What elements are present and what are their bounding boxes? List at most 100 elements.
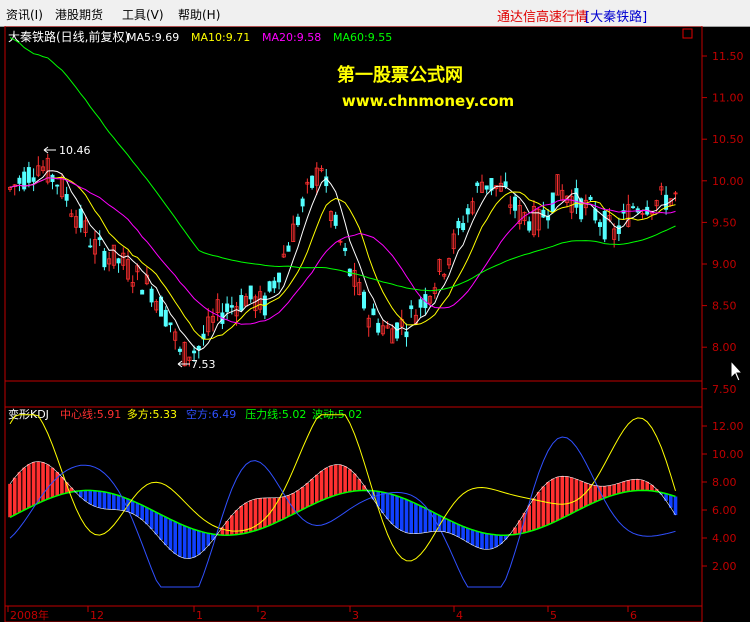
candle-down bbox=[465, 208, 470, 215]
kdj-tick-label: 8.00 bbox=[712, 476, 737, 489]
watermark-title: 第一股票公式网 bbox=[337, 64, 463, 86]
window-button[interactable] bbox=[682, 28, 693, 39]
app-stock-name: [大秦铁路] bbox=[585, 10, 648, 25]
candle-down bbox=[229, 305, 234, 308]
candle-down bbox=[168, 322, 173, 326]
candle-down bbox=[631, 206, 636, 209]
ma-label: MA60:9.55 bbox=[333, 31, 392, 44]
candle-down bbox=[78, 208, 83, 228]
ma-label: MA20:9.58 bbox=[262, 31, 321, 44]
candle-down bbox=[456, 221, 461, 229]
candle-down bbox=[64, 194, 69, 201]
candle-down bbox=[333, 214, 338, 226]
high-marker: 10.46 bbox=[43, 144, 91, 157]
menu-bar: 资讯(I) 港股期货 工具(V) 帮助(H) 通达信高速行情 [大秦铁路] bbox=[0, 0, 750, 27]
candle-down bbox=[376, 322, 381, 333]
kdj-label: 多方:5.33 bbox=[127, 407, 177, 421]
x-axis-labels: 2008年 12 1 2 3 4 5 6 bbox=[7, 606, 637, 622]
kdj-tick-label: 4.00 bbox=[712, 532, 737, 545]
low-marker: 7.53 bbox=[177, 358, 216, 371]
candle-down bbox=[55, 184, 60, 187]
candle-down bbox=[310, 175, 315, 188]
candle-down bbox=[527, 221, 532, 231]
kdj-y-axis: 12.00 10.00 8.00 6.00 4.00 2.00 bbox=[702, 420, 744, 573]
candle-down bbox=[267, 281, 272, 292]
x-axis-label: 2 bbox=[260, 609, 267, 622]
x-axis-label: 12 bbox=[90, 609, 104, 622]
menu-help[interactable]: 帮助(H) bbox=[178, 6, 220, 23]
kdj-tick-label: 6.00 bbox=[712, 504, 737, 517]
candle-down bbox=[574, 188, 579, 208]
candle-down bbox=[248, 285, 253, 300]
candle-down bbox=[361, 291, 366, 309]
menu-info[interactable]: 资讯(I) bbox=[6, 6, 43, 23]
candle-down bbox=[140, 289, 145, 295]
kdj-tick-label: 12.00 bbox=[712, 420, 744, 433]
candle-down bbox=[239, 295, 244, 311]
candle-down bbox=[102, 250, 107, 268]
candle-down bbox=[88, 245, 93, 248]
candle-down bbox=[163, 309, 168, 327]
chart-frame bbox=[4, 26, 703, 622]
candle-down bbox=[177, 348, 182, 352]
candle-down bbox=[343, 247, 348, 252]
candle-down bbox=[541, 209, 546, 218]
candle-down bbox=[598, 222, 603, 227]
candle-down bbox=[26, 167, 31, 183]
price-tick-label: 8.00 bbox=[712, 341, 737, 354]
ma-legend: MA5:9.69 MA10:9.71 MA20:9.58 MA60:9.55 bbox=[127, 31, 392, 44]
candle-down bbox=[588, 196, 593, 200]
candle-down bbox=[513, 196, 518, 211]
candle-down bbox=[295, 216, 300, 226]
price-tick-label: 9.50 bbox=[712, 216, 737, 229]
kdj-tick-label: 10.00 bbox=[712, 448, 744, 461]
x-axis-label: 5 bbox=[550, 609, 557, 622]
x-axis-label: 6 bbox=[630, 609, 637, 622]
candle-down bbox=[461, 223, 466, 231]
candle-down bbox=[503, 181, 508, 188]
candle-down bbox=[300, 198, 305, 207]
candle-down bbox=[225, 303, 230, 312]
mouse-cursor-icon bbox=[730, 359, 744, 382]
price-tick-label: 7.50 bbox=[712, 383, 737, 396]
stock-title: 大秦铁路(日线,前复权) bbox=[8, 29, 129, 44]
high-value: 10.46 bbox=[59, 144, 91, 157]
x-axis-label: 2008年 bbox=[10, 608, 49, 622]
menu-tools[interactable]: 工具(V) bbox=[122, 6, 164, 23]
candle-down bbox=[116, 258, 121, 264]
x-axis-label: 4 bbox=[456, 609, 463, 622]
kdj-tick-label: 2.00 bbox=[712, 560, 737, 573]
candle-down bbox=[409, 305, 414, 310]
candle-down bbox=[196, 345, 201, 350]
low-value: 7.53 bbox=[191, 358, 216, 371]
price-tick-label: 10.50 bbox=[712, 133, 744, 146]
price-tick-label: 11.00 bbox=[712, 92, 744, 105]
watermark-url: www.chnmoney.com bbox=[342, 92, 514, 110]
stock-chart[interactable]: 大秦铁路(日线,前复权) MA5:9.69 MA10:9.71 MA20:9.58 M… bbox=[0, 26, 750, 622]
price-tick-label: 9.00 bbox=[712, 258, 737, 271]
candle-down bbox=[550, 192, 555, 213]
kdj-label: 压力线:5.02 bbox=[245, 407, 306, 421]
candle-down bbox=[149, 288, 154, 303]
price-tick-label: 10.00 bbox=[712, 175, 744, 188]
candle-down bbox=[272, 280, 277, 289]
price-tick-label: 8.50 bbox=[712, 300, 737, 313]
candle-down bbox=[97, 237, 102, 241]
app-title: 通达信高速行情 bbox=[496, 10, 588, 25]
candle-down bbox=[484, 185, 489, 190]
candle-down bbox=[277, 272, 282, 283]
kdj-label: 中心线:5.91 bbox=[60, 407, 121, 421]
x-axis-label: 3 bbox=[352, 609, 359, 622]
menu-hk-futures[interactable]: 港股期货 bbox=[55, 6, 103, 23]
kdj-title: 变形KDJ bbox=[8, 407, 49, 421]
candlesticks bbox=[7, 153, 678, 367]
candle-down bbox=[192, 350, 197, 354]
candle-down bbox=[371, 308, 376, 316]
candle-down bbox=[616, 225, 621, 234]
x-axis-label: 1 bbox=[196, 609, 203, 622]
candle-down bbox=[17, 177, 22, 184]
candle-down bbox=[418, 299, 423, 308]
candle-down bbox=[475, 182, 480, 186]
candle-down bbox=[404, 331, 409, 338]
price-y-axis: 11.50 11.00 10.50 10.00 9.50 9.00 8.50 8.00 7.50 bbox=[702, 50, 744, 396]
